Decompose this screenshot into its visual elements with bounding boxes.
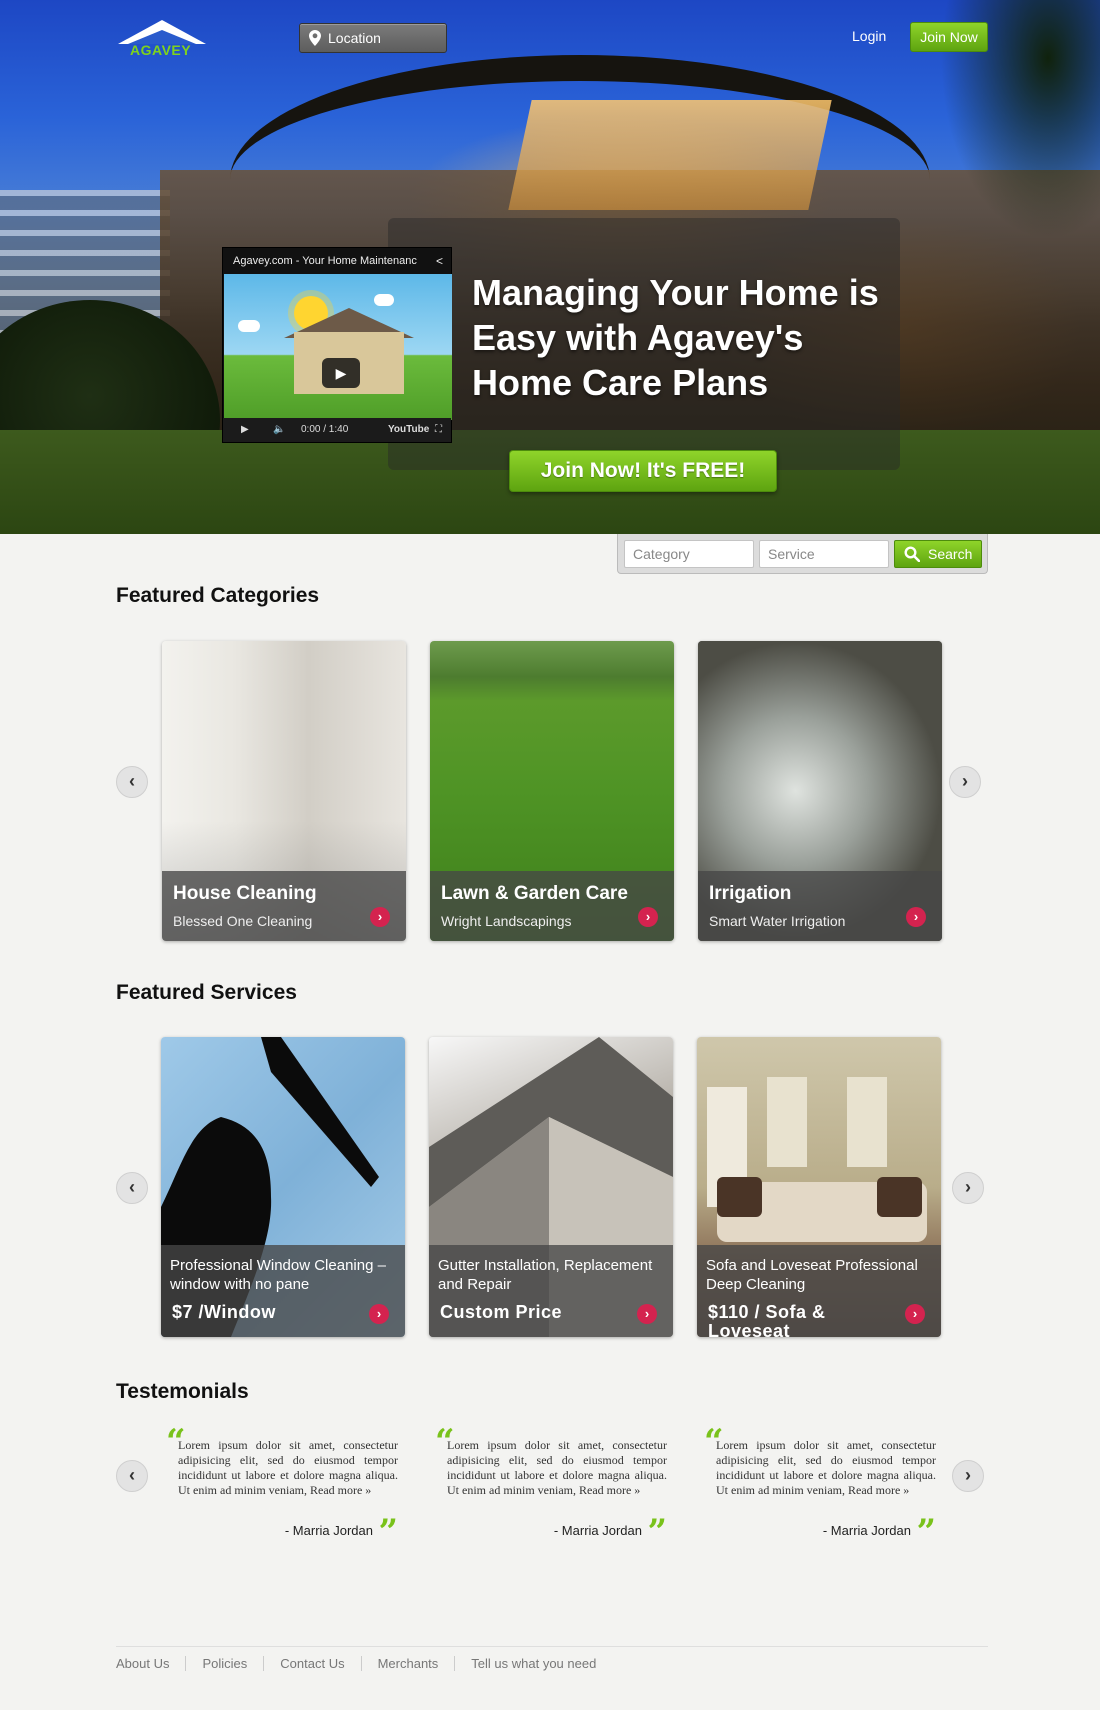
video-title: Agavey.com - Your Home Maintenanc [233, 255, 417, 267]
play-control-icon[interactable]: ▶ [241, 418, 249, 442]
read-more-link[interactable]: Read more » [310, 1483, 371, 1497]
service-input[interactable]: Service [759, 540, 889, 568]
service-description: Professional Window Cleaning – window wi… [170, 1257, 386, 1293]
testimonial: “ Lorem ipsum dolor sit amet, consectetu… [704, 1422, 936, 1552]
category-card-house-cleaning[interactable]: House Cleaning Blessed One Cleaning › [162, 641, 406, 941]
video-controls: ▶ 🔈 0:00 / 1:40 YouTube ⛶ [223, 418, 451, 442]
testimonial: “ Lorem ipsum dolor sit amet, consectetu… [166, 1422, 398, 1552]
service-price: $110 / Sofa & Loveseat [708, 1302, 826, 1338]
share-icon[interactable]: < [436, 248, 443, 274]
service-description: Gutter Installation, Replacement and Rep… [438, 1257, 653, 1293]
chevron-right-icon[interactable]: › [369, 1304, 389, 1324]
category-title: Lawn & Garden Care [441, 883, 628, 904]
footer-link-about-us[interactable]: About Us [116, 1656, 185, 1671]
service-price: $7 /Window [172, 1302, 276, 1322]
chevron-right-icon[interactable]: › [637, 1304, 657, 1324]
fullscreen-icon[interactable]: ⛶ [435, 418, 442, 442]
join-now-button[interactable]: Join Now [910, 22, 988, 52]
category-subtitle: Smart Water Irrigation [709, 913, 846, 929]
service-card-gutter[interactable]: Gutter Installation, Replacement and Rep… [429, 1037, 673, 1337]
category-subtitle: Blessed One Cleaning [173, 913, 313, 929]
quote-close-icon: ” [647, 1512, 667, 1552]
testimonial-author: - Marria Jordan [822, 1523, 911, 1538]
featured-categories-title: Featured Categories [116, 584, 320, 607]
quote-open-icon: “ [704, 1422, 724, 1462]
category-title: House Cleaning [173, 883, 317, 904]
cloud-illustration [238, 320, 260, 332]
search-bar: Category Service Search [617, 534, 988, 574]
hero-headline: Managing Your Home is Easy with Agavey's… [472, 272, 879, 403]
login-link[interactable]: Login [852, 28, 886, 44]
volume-icon[interactable]: 🔈 [273, 418, 285, 442]
play-icon[interactable]: ▶ [322, 358, 360, 388]
testimonials-prev-button[interactable]: ‹ [116, 1460, 148, 1492]
footer-link-merchants[interactable]: Merchants [360, 1656, 455, 1671]
categories-next-button[interactable]: › [949, 766, 981, 798]
quote-close-icon: ” [916, 1512, 936, 1552]
hero-house-light [508, 100, 832, 210]
service-price: Custom Price [440, 1302, 563, 1322]
footer-link-contact-us[interactable]: Contact Us [263, 1656, 360, 1671]
quote-open-icon: “ [166, 1422, 186, 1462]
search-icon [904, 546, 920, 562]
search-button[interactable]: Search [894, 540, 982, 568]
services-prev-button[interactable]: ‹ [116, 1172, 148, 1204]
footer-nav: About Us Policies Contact Us Merchants T… [116, 1656, 612, 1671]
testimonial-author: - Marria Jordan [284, 1523, 373, 1538]
quote-open-icon: “ [435, 1422, 455, 1462]
service-card-window-cleaning[interactable]: Professional Window Cleaning – window wi… [161, 1037, 405, 1337]
logo[interactable]: AGAVEY [116, 20, 212, 64]
services-next-button[interactable]: › [952, 1172, 984, 1204]
testimonials-title: Testemonials [116, 1380, 249, 1403]
quote-close-icon: ” [378, 1512, 398, 1552]
logo-text: AGAVEY [130, 42, 192, 58]
category-input[interactable]: Category [624, 540, 754, 568]
location-label: Location [328, 30, 381, 46]
footer-divider [116, 1646, 988, 1647]
hero-join-button[interactable]: Join Now! It's FREE! [509, 450, 777, 492]
service-card-sofa[interactable]: Sofa and Loveseat Professional Deep Clea… [697, 1037, 941, 1337]
footer-link-policies[interactable]: Policies [185, 1656, 263, 1671]
read-more-link[interactable]: Read more » [579, 1483, 640, 1497]
chevron-right-icon[interactable]: › [905, 1304, 925, 1324]
chevron-right-icon[interactable]: › [906, 907, 926, 927]
map-pin-icon [309, 30, 321, 46]
youtube-logo[interactable]: YouTube [388, 418, 429, 442]
video-thumbnail[interactable]: ▶ [224, 274, 452, 420]
categories-prev-button[interactable]: ‹ [116, 766, 148, 798]
location-selector[interactable]: Location [299, 23, 447, 53]
category-title: Irrigation [709, 883, 792, 904]
chevron-right-icon[interactable]: › [370, 907, 390, 927]
chevron-right-icon[interactable]: › [638, 907, 658, 927]
featured-services-title: Featured Services [116, 981, 297, 1004]
category-subtitle: Wright Landscapings [441, 913, 572, 929]
service-description: Sofa and Loveseat Professional Deep Clea… [706, 1257, 918, 1293]
testimonial: “ Lorem ipsum dolor sit amet, consectetu… [435, 1422, 667, 1552]
footer-link-tell-us[interactable]: Tell us what you need [454, 1656, 612, 1671]
testimonials-next-button[interactable]: › [952, 1460, 984, 1492]
read-more-link[interactable]: Read more » [848, 1483, 909, 1497]
category-card-irrigation[interactable]: Irrigation Smart Water Irrigation › [698, 641, 942, 941]
video-time: 0:00 / 1:40 [301, 424, 349, 435]
category-card-lawn-garden[interactable]: Lawn & Garden Care Wright Landscapings › [430, 641, 674, 941]
cloud-illustration [374, 294, 394, 306]
testimonial-author: - Marria Jordan [553, 1523, 642, 1538]
video-player[interactable]: Agavey.com - Your Home Maintenanc < ▶ ▶ … [222, 247, 452, 443]
